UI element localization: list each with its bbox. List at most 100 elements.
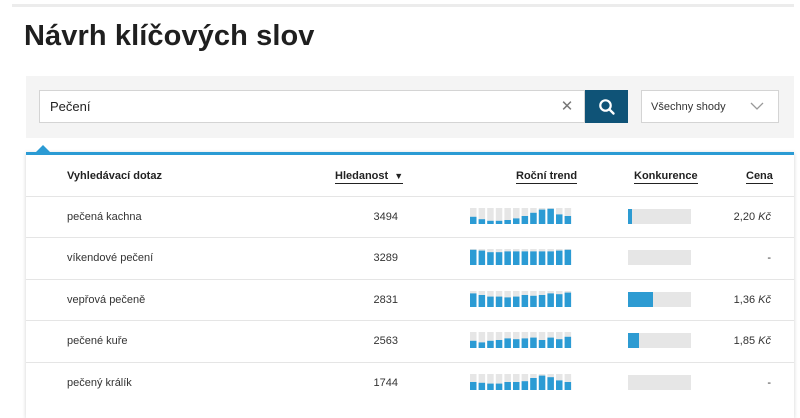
table-row[interactable]: pečený králík 1744 - bbox=[26, 362, 794, 404]
trend-bar bbox=[547, 337, 554, 348]
trend-bar bbox=[538, 295, 546, 307]
price-cell: 2,20 Kč bbox=[726, 211, 771, 223]
trend-sparkline bbox=[470, 374, 572, 390]
trend-bar bbox=[530, 337, 537, 348]
price-value: - bbox=[767, 377, 771, 389]
trend-sparkline bbox=[470, 208, 572, 224]
search-button[interactable] bbox=[585, 90, 628, 123]
column-header-price[interactable]: Cena bbox=[746, 170, 773, 184]
trend-bar bbox=[530, 212, 537, 224]
trend-bar bbox=[487, 296, 494, 307]
trend-sparkline bbox=[470, 291, 572, 307]
trend-bar bbox=[478, 342, 486, 348]
column-header-volume[interactable]: Hledanost ▼ bbox=[335, 170, 404, 184]
table-row[interactable]: víkendové pečení 3289 - bbox=[26, 237, 794, 279]
trend-bar bbox=[504, 297, 511, 307]
chevron-down-icon bbox=[750, 102, 764, 110]
trend-bar bbox=[556, 380, 563, 390]
trend-bar bbox=[487, 340, 494, 348]
volume-cell: 1744 bbox=[373, 377, 398, 389]
trend-bar bbox=[504, 251, 511, 265]
trend-bar bbox=[564, 382, 572, 390]
trend-bar bbox=[538, 375, 546, 390]
trend-sparkline bbox=[470, 249, 572, 265]
trend-sparkline bbox=[470, 332, 572, 348]
price-cell: 1,36 Kč bbox=[726, 294, 771, 306]
column-header-trend[interactable]: Roční trend bbox=[516, 170, 578, 184]
search-input[interactable] bbox=[50, 91, 550, 122]
volume-cell: 3494 bbox=[373, 211, 398, 223]
trend-bar bbox=[487, 220, 494, 224]
trend-bar bbox=[547, 377, 554, 390]
trend-bar bbox=[530, 251, 537, 265]
table-row[interactable]: pečená kachna 3494 2,20 Kč bbox=[26, 196, 794, 238]
competition-bar bbox=[628, 375, 691, 390]
card-pointer bbox=[36, 145, 50, 152]
trend-bar bbox=[521, 338, 529, 348]
trend-bar bbox=[556, 250, 563, 265]
trend-bar bbox=[538, 209, 546, 224]
trend-bar bbox=[513, 251, 520, 265]
search-box[interactable]: ✕ bbox=[39, 90, 585, 123]
trend-bar bbox=[538, 251, 546, 265]
trend-bar bbox=[547, 251, 554, 265]
competition-bar bbox=[628, 333, 691, 348]
trend-bar bbox=[538, 340, 546, 348]
trend-bar bbox=[513, 382, 520, 390]
trend-bar bbox=[504, 382, 511, 390]
match-type-value: Všechny shody bbox=[651, 101, 726, 113]
currency-label: Kč bbox=[758, 335, 771, 347]
trend-bar bbox=[530, 378, 537, 390]
table-row[interactable]: pečené kuře 2563 1,85 Kč bbox=[26, 320, 794, 362]
column-header-query: Vyhledávací dotaz bbox=[67, 170, 162, 182]
query-cell: vepřová pečeně bbox=[67, 294, 146, 306]
trend-bar bbox=[547, 208, 554, 224]
trend-bar bbox=[556, 339, 563, 348]
trend-bar bbox=[495, 220, 503, 224]
trend-bar bbox=[556, 214, 563, 224]
trend-bar bbox=[513, 296, 520, 307]
trend-bar bbox=[478, 295, 486, 307]
trend-bar bbox=[513, 339, 520, 348]
trend-bar bbox=[504, 220, 511, 224]
match-type-select[interactable]: Všechny shody bbox=[641, 90, 779, 123]
trend-bar bbox=[530, 295, 537, 307]
trend-bar bbox=[564, 336, 572, 348]
trend-bar bbox=[478, 382, 486, 390]
search-icon bbox=[598, 98, 615, 115]
volume-cell: 2563 bbox=[373, 335, 398, 347]
column-header-volume-label: Hledanost bbox=[335, 170, 389, 182]
trend-bar bbox=[487, 252, 494, 265]
trend-bar bbox=[521, 381, 529, 390]
competition-bar bbox=[628, 209, 691, 224]
currency-label: Kč bbox=[758, 294, 771, 306]
trend-bar bbox=[564, 216, 572, 224]
price-cell: - bbox=[726, 252, 771, 264]
trend-bar bbox=[478, 219, 486, 224]
close-icon[interactable]: ✕ bbox=[558, 98, 576, 116]
trend-bar bbox=[513, 218, 520, 224]
column-header-competition[interactable]: Konkurence bbox=[634, 170, 698, 184]
trend-bar bbox=[495, 340, 503, 348]
competition-bar bbox=[628, 292, 691, 307]
price-value: 1,85 bbox=[733, 335, 756, 347]
trend-bar bbox=[521, 251, 529, 265]
volume-cell: 3289 bbox=[373, 252, 398, 264]
trend-bar bbox=[556, 294, 563, 307]
query-cell: pečené kuře bbox=[67, 335, 128, 347]
query-cell: pečená kachna bbox=[67, 211, 142, 223]
price-cell: - bbox=[726, 377, 771, 389]
trend-bar bbox=[470, 293, 477, 307]
trend-bar bbox=[470, 216, 477, 224]
competition-fill bbox=[628, 209, 633, 224]
trend-bar bbox=[495, 383, 503, 390]
trend-bar bbox=[470, 249, 477, 265]
volume-cell: 2831 bbox=[373, 294, 398, 306]
trend-bar bbox=[487, 383, 494, 390]
price-cell: 1,85 Kč bbox=[726, 335, 771, 347]
price-value: - bbox=[767, 252, 771, 264]
table-row[interactable]: vepřová pečeně 2831 1,36 Kč bbox=[26, 279, 794, 321]
trend-bar bbox=[521, 216, 529, 224]
trend-bar bbox=[504, 338, 511, 348]
competition-fill bbox=[628, 292, 654, 307]
